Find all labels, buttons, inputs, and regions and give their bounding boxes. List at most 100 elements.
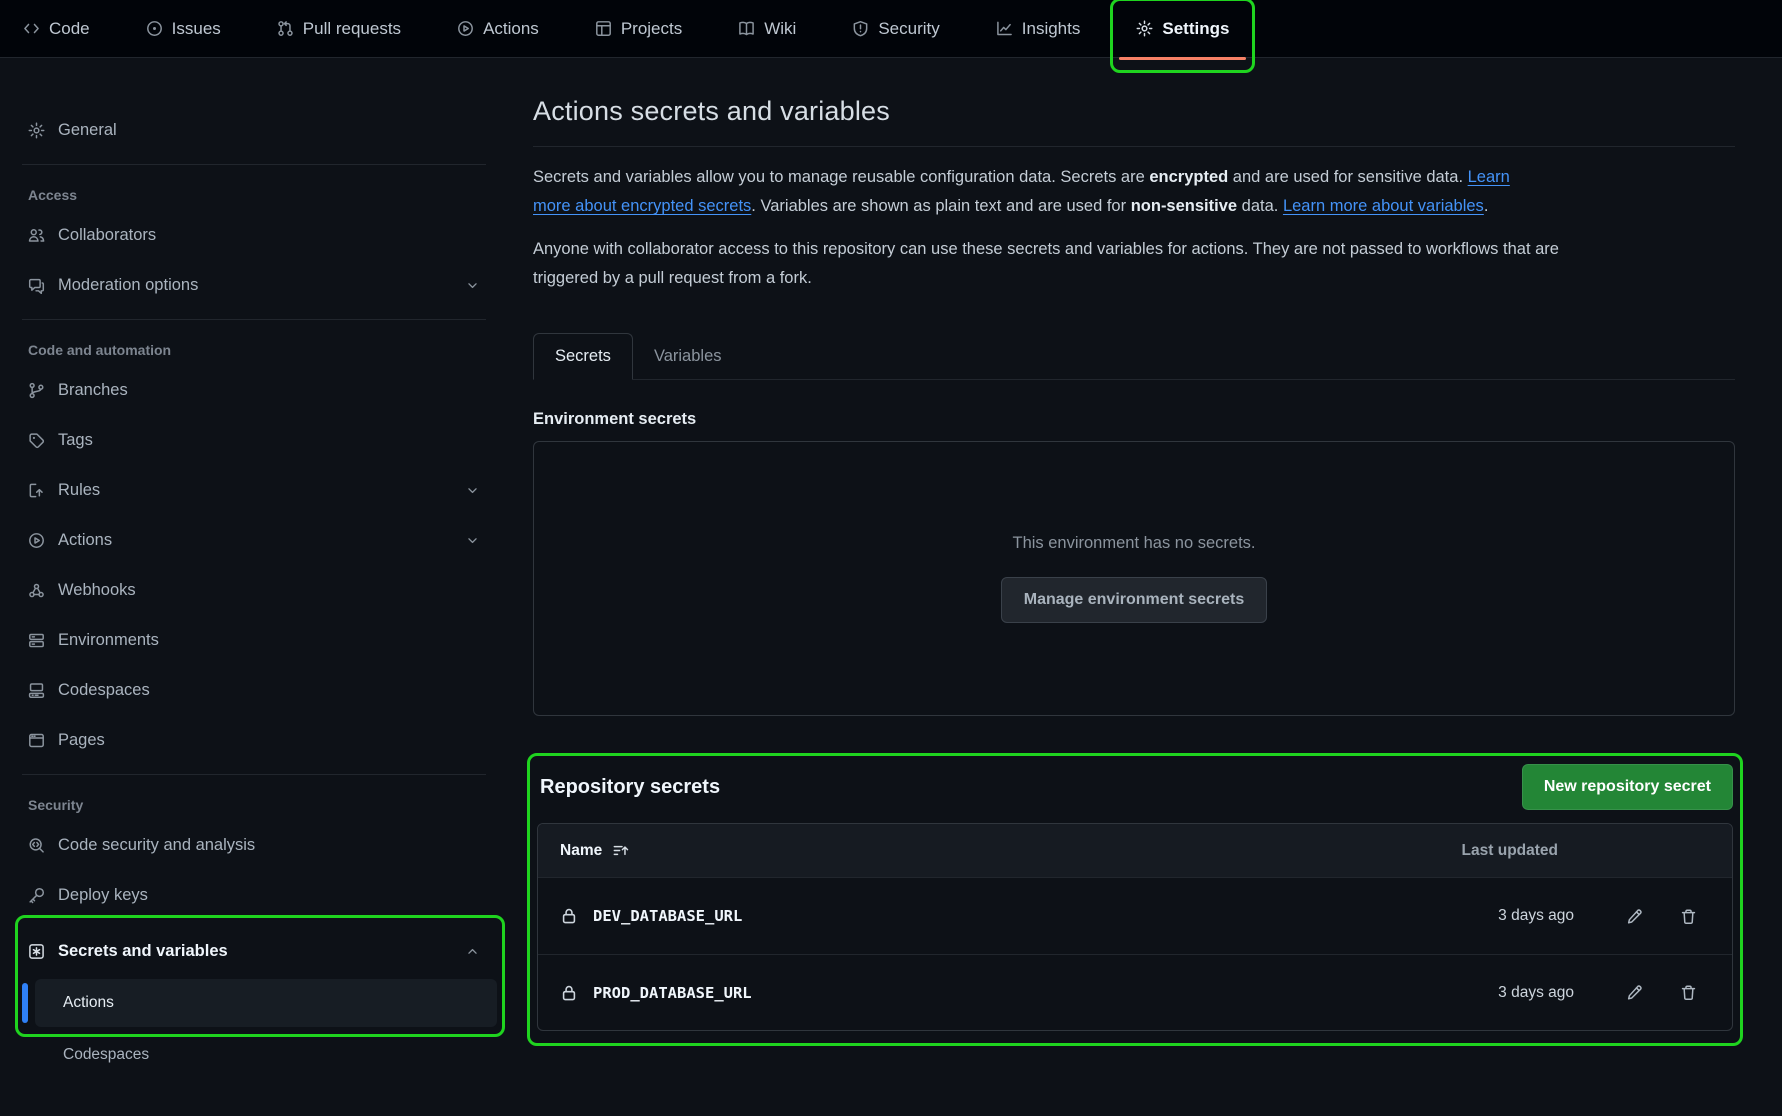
shield-icon	[852, 20, 869, 37]
play-icon	[28, 532, 45, 549]
sidebar-item-label: Moderation options	[58, 276, 198, 295]
sidebar-item-rules[interactable]: Rules	[18, 466, 490, 514]
tab-secrets[interactable]: Secrets	[533, 333, 633, 380]
nav-tab-label: Security	[878, 19, 939, 39]
nav-tab-pull-requests[interactable]: Pull requests	[268, 11, 410, 47]
column-header-name[interactable]: Name	[560, 842, 602, 860]
rules-icon	[28, 482, 45, 499]
book-icon	[738, 20, 755, 37]
edit-secret-button[interactable]	[1614, 973, 1654, 1013]
description: Secrets and variables allow you to manag…	[533, 163, 1735, 293]
tab-variables[interactable]: Variables	[633, 334, 743, 379]
table-row-prod-database-url: PROD_DATABASE_URL3 days ago	[538, 954, 1732, 1030]
sidebar-item-label: General	[58, 121, 117, 140]
delete-secret-button[interactable]	[1668, 973, 1708, 1013]
sidebar-item-webhooks[interactable]: Webhooks	[18, 566, 490, 614]
tag-icon	[28, 432, 45, 449]
edit-secret-button[interactable]	[1614, 896, 1654, 936]
sidebar-subitem-label: Codespaces	[63, 1046, 149, 1064]
nav-tab-label: Wiki	[764, 19, 796, 39]
gear-icon	[1136, 20, 1153, 37]
graph-icon	[996, 20, 1013, 37]
sidebar-item-environments[interactable]: Environments	[18, 616, 490, 664]
sidebar-item-label: Tags	[58, 431, 93, 450]
nav-tab-projects[interactable]: Projects	[586, 11, 691, 47]
sidebar-item-codespaces[interactable]: Codespaces	[18, 666, 490, 714]
nav-tab-label: Projects	[621, 19, 682, 39]
sidebar-section-header-access: Access	[18, 181, 490, 209]
environment-empty-message: This environment has no secrets.	[1012, 534, 1255, 553]
description-paragraph: Secrets and variables allow you to manag…	[533, 163, 1528, 221]
sidebar-subitem-actions[interactable]: Actions	[35, 979, 497, 1027]
delete-secret-button[interactable]	[1668, 896, 1708, 936]
secret-name: PROD_DATABASE_URL	[593, 984, 752, 1002]
table-row-dev-database-url: DEV_DATABASE_URL3 days ago	[538, 878, 1732, 954]
sidebar-item-code-security-and-analysis[interactable]: Code security and analysis	[18, 821, 490, 869]
code-icon	[23, 20, 40, 37]
asterisk-box-icon	[28, 943, 45, 960]
secret-name: DEV_DATABASE_URL	[593, 907, 742, 925]
sidebar-item-moderation-options[interactable]: Moderation options	[18, 261, 490, 309]
manage-environment-secrets-button[interactable]: Manage environment secrets	[1001, 577, 1268, 623]
sidebar-item-secrets-and-variables[interactable]: Secrets and variables	[18, 927, 490, 975]
nav-tab-issues[interactable]: Issues	[137, 11, 230, 47]
nav-tab-actions[interactable]: Actions	[448, 11, 548, 47]
sidebar-section-header-security: Security	[18, 791, 490, 819]
sidebar-item-actions[interactable]: Actions	[18, 516, 490, 564]
sidebar-item-label: Rules	[58, 481, 100, 500]
column-header-last-updated: Last updated	[1462, 842, 1558, 860]
sidebar-item-deploy-keys[interactable]: Deploy keys	[18, 871, 490, 919]
environment-secrets-box: This environment has no secrets. Manage …	[533, 441, 1735, 716]
repository-secrets-table: Name Last updated DEV_DATABASE_URL3 days…	[537, 823, 1733, 1031]
chevron-down-icon	[465, 483, 480, 498]
sidebar-item-label: Deploy keys	[58, 886, 148, 905]
nav-tab-label: Insights	[1022, 19, 1081, 39]
codescan-icon	[28, 837, 45, 854]
sidebar-item-tags[interactable]: Tags	[18, 416, 490, 464]
key-icon	[28, 887, 45, 904]
nav-tab-settings[interactable]: Settings	[1127, 11, 1238, 47]
play-icon	[457, 20, 474, 37]
inline-link-learn-more-about-variables[interactable]: Learn more about variables	[1283, 197, 1484, 215]
nav-tab-wiki[interactable]: Wiki	[729, 11, 805, 47]
lock-icon	[560, 907, 578, 925]
sidebar-subitem-codespaces[interactable]: Codespaces	[35, 1031, 497, 1079]
git-branch-icon	[28, 382, 45, 399]
bold-text: encrypted	[1149, 168, 1228, 186]
sidebar-item-label: Codespaces	[58, 681, 150, 700]
people-icon	[28, 227, 45, 244]
secrets-and-variables-group: Secrets and variablesActions	[18, 927, 490, 1027]
chevron-up-icon	[465, 944, 480, 959]
nav-tab-label: Settings	[1162, 19, 1229, 39]
nav-tab-label: Pull requests	[303, 19, 401, 39]
sidebar-divider	[22, 319, 486, 320]
sidebar-item-label: Pages	[58, 731, 105, 750]
sidebar-item-pages[interactable]: Pages	[18, 716, 490, 764]
nav-tab-code[interactable]: Code	[14, 11, 99, 47]
sidebar-divider	[22, 164, 486, 165]
sidebar-item-collaborators[interactable]: Collaborators	[18, 211, 490, 259]
repository-secrets-header: Repository secrets New repository secret	[537, 764, 1733, 810]
new-repository-secret-button[interactable]: New repository secret	[1522, 764, 1733, 810]
active-item-indicator-bar	[22, 983, 28, 1023]
sidebar-item-label: Secrets and variables	[58, 942, 228, 961]
browser-icon	[28, 732, 45, 749]
sidebar-section-header-code-and-automation: Code and automation	[18, 336, 490, 364]
sidebar-item-label: Environments	[58, 631, 159, 650]
settings-content: Actions secrets and variables Secrets an…	[533, 96, 1735, 1046]
sidebar-item-branches[interactable]: Branches	[18, 366, 490, 414]
repo-tab-nav: Code Issues Pull requests Actions Projects Wi…	[0, 0, 1782, 58]
nav-tab-security[interactable]: Security	[843, 11, 948, 47]
bold-text: non-sensitive	[1131, 197, 1237, 215]
chevron-down-icon	[465, 533, 480, 548]
issue-opened-icon	[146, 20, 163, 37]
nav-tab-label: Actions	[483, 19, 539, 39]
sort-ascending-icon[interactable]	[612, 842, 629, 859]
sidebar-item-label: Code security and analysis	[58, 836, 255, 855]
gear-icon	[28, 122, 45, 139]
sidebar-item-general[interactable]: General	[18, 106, 490, 154]
description-paragraph: Anyone with collaborator access to this …	[533, 235, 1573, 293]
server-icon	[28, 632, 45, 649]
nav-tab-insights[interactable]: Insights	[987, 11, 1090, 47]
sidebar-item-label: Collaborators	[58, 226, 156, 245]
